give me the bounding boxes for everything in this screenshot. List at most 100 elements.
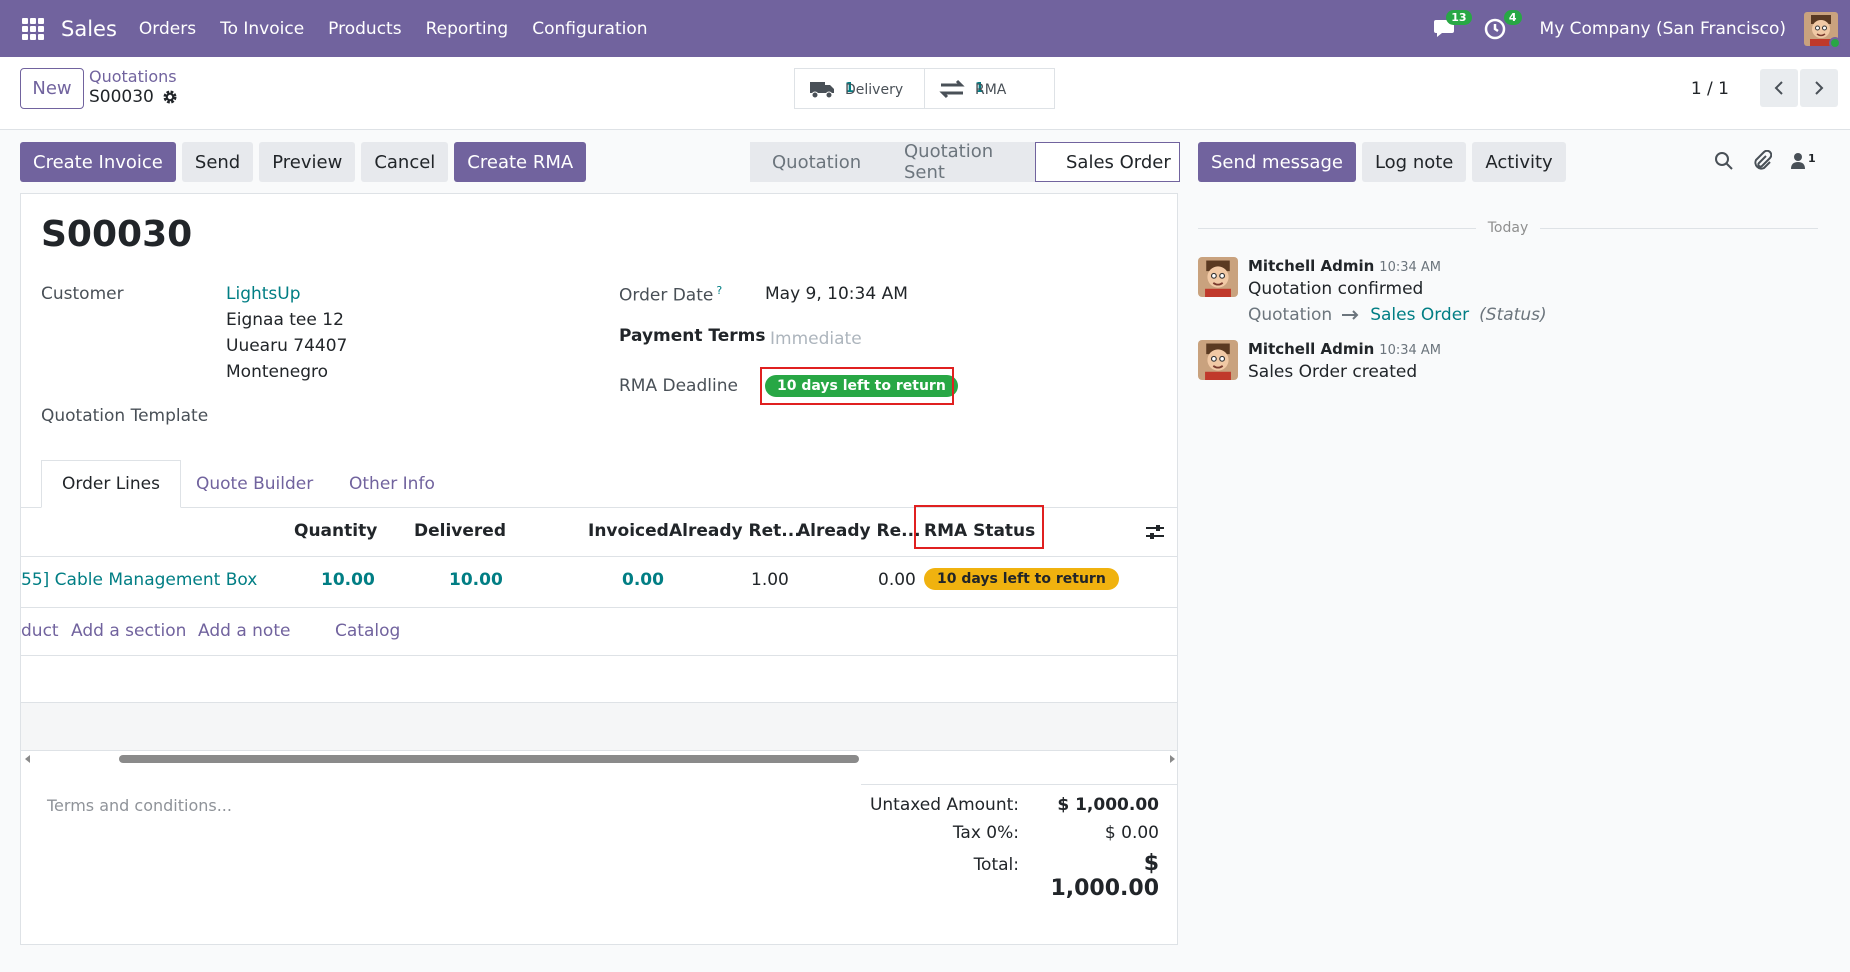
menu-reporting[interactable]: Reporting (426, 19, 509, 39)
avatar (1198, 257, 1238, 297)
breadcrumb: Quotations S00030 (89, 67, 178, 107)
send-button[interactable]: Send (181, 142, 254, 182)
add-section-link[interactable]: Add a section (71, 621, 186, 641)
followers-button[interactable]: 1 (1790, 152, 1816, 170)
menu-orders[interactable]: Orders (139, 19, 196, 39)
activities-button[interactable]: 4 (1482, 9, 1522, 42)
track-new-value: Sales Order (1370, 305, 1470, 325)
total-value: $ 1,000.00 (1050, 851, 1159, 901)
messaging-button[interactable]: 13 (1432, 9, 1472, 42)
message-author[interactable]: Mitchell Admin (1248, 257, 1374, 275)
pager-previous-button[interactable] (1760, 69, 1798, 107)
log-note-button[interactable]: Log note (1361, 142, 1467, 182)
column-delivered[interactable]: Delivered (414, 521, 506, 541)
clock-icon (1484, 18, 1505, 39)
empty-row (21, 703, 1177, 750)
add-product-link[interactable]: duct (21, 621, 59, 641)
track-old-value: Quotation (1248, 305, 1333, 325)
create-rma-button[interactable]: Create RMA (454, 142, 587, 182)
column-quantity[interactable]: Quantity (294, 521, 377, 541)
address-line: Uuearu 74407 (226, 336, 348, 356)
order-line-product[interactable]: 55] Cable Management Box (21, 570, 257, 590)
rma-smart-button[interactable]: RMA 1 (924, 68, 1055, 109)
avatar (1198, 340, 1238, 380)
payment-terms-field[interactable]: Immediate (770, 329, 862, 349)
truck-icon (810, 81, 834, 98)
menu-products[interactable]: Products (328, 19, 401, 39)
scrollbar-thumb[interactable] (119, 755, 859, 763)
activity-button[interactable]: Activity (1472, 142, 1566, 182)
tracking-value: Quotation Sales Order (Status) (1248, 305, 1547, 325)
total-label: Total: (973, 855, 1019, 875)
breadcrumb-current: S00030 (89, 87, 178, 107)
track-field: (Status) (1479, 305, 1547, 325)
search-icon[interactable] (1714, 151, 1734, 171)
catalog-link[interactable]: Catalog (335, 621, 400, 641)
pager-value[interactable]: 1 / 1 (1691, 79, 1729, 99)
scroll-left-icon[interactable] (25, 755, 31, 763)
status-bar: Quotation Quotation Sent Sales Order (750, 141, 1180, 183)
tax-label: Tax 0%: (952, 823, 1019, 843)
optional-columns-icon[interactable] (1145, 523, 1165, 541)
column-invoiced[interactable]: Invoiced (588, 521, 669, 541)
paperclip-icon[interactable] (1752, 150, 1772, 172)
untaxed-amount-value: $ 1,000.00 (1057, 795, 1159, 815)
column-already-returned[interactable]: Already Ret... (669, 521, 801, 541)
breadcrumb-quotations[interactable]: Quotations (89, 67, 178, 86)
message-text: Quotation confirmed (1248, 279, 1424, 299)
avatar-icon (1198, 340, 1238, 380)
send-message-button[interactable]: Send message (1198, 142, 1356, 182)
order-date-label: Order Date? (619, 284, 723, 306)
notebook-tabs: Order Lines Quote Builder Other Info (21, 460, 1177, 508)
arrow-right-icon (1342, 310, 1359, 320)
avatar-icon (1198, 257, 1238, 297)
order-line-already-returned: 1.00 (751, 570, 789, 590)
column-already-refunded[interactable]: Already Re... (797, 521, 921, 541)
menu-configuration[interactable]: Configuration (532, 19, 647, 39)
gear-icon[interactable] (162, 89, 178, 105)
help-tooltip-icon[interactable]: ? (716, 284, 722, 297)
stage-sales-order[interactable]: Sales Order (1035, 142, 1180, 182)
order-totals: Untaxed Amount: $ 1,000.00 Tax 0%: $ 0.0… (861, 784, 1177, 901)
payment-terms-label: Payment Terms (619, 326, 766, 346)
new-button[interactable]: New (20, 68, 84, 109)
scroll-right-icon[interactable] (1169, 755, 1175, 763)
rma-status-badge: 10 days left to return (924, 568, 1119, 590)
app-name[interactable]: Sales (61, 17, 117, 41)
chevron-right-icon (1815, 81, 1824, 95)
add-note-link[interactable]: Add a note (198, 621, 290, 641)
followers-count: 1 (1808, 152, 1816, 165)
chatter-icons: 1 (1714, 150, 1816, 172)
chatter-topbar: Send message Log note Activity (1198, 142, 1566, 182)
message-time: 10:34 AM (1379, 260, 1442, 275)
address-line: Montenegro (226, 362, 329, 382)
rma-deadline-label: RMA Deadline (619, 376, 738, 396)
tab-quote-builder[interactable]: Quote Builder (196, 460, 313, 508)
company-switcher[interactable]: My Company (San Francisco) (1540, 19, 1786, 39)
order-line-invoiced: 0.00 (622, 570, 664, 590)
pager-next-button[interactable] (1800, 69, 1838, 107)
tab-other-info[interactable]: Other Info (349, 460, 435, 508)
order-date-field[interactable]: May 9, 10:34 AM (765, 284, 908, 304)
stage-quotation[interactable]: Quotation (750, 142, 872, 182)
highlight-box (760, 367, 954, 405)
apps-grid-icon[interactable] (22, 17, 44, 40)
customer-field[interactable]: LightsUp (226, 284, 301, 304)
order-line-quantity[interactable]: 10.00 (321, 570, 375, 590)
delivery-smart-button[interactable]: Delivery 1 (794, 68, 925, 109)
tab-order-lines[interactable]: Order Lines (41, 460, 181, 508)
cancel-button[interactable]: Cancel (361, 142, 449, 182)
menu-to-invoice[interactable]: To Invoice (220, 19, 304, 39)
rma-label: RMA (975, 81, 1007, 98)
preview-button[interactable]: Preview (259, 142, 356, 182)
stage-quotation-sent[interactable]: Quotation Sent (872, 141, 1035, 183)
order-title: S00030 (41, 214, 193, 255)
delivery-label: Delivery (845, 81, 904, 98)
highlight-box (914, 505, 1044, 549)
create-invoice-button[interactable]: Create Invoice (20, 142, 176, 182)
user-avatar[interactable] (1804, 11, 1841, 49)
untaxed-amount-label: Untaxed Amount: (869, 795, 1019, 815)
message-author[interactable]: Mitchell Admin (1248, 340, 1374, 358)
terms-and-conditions-field[interactable]: Terms and conditions... (47, 796, 232, 815)
user-icon (1791, 153, 1805, 169)
